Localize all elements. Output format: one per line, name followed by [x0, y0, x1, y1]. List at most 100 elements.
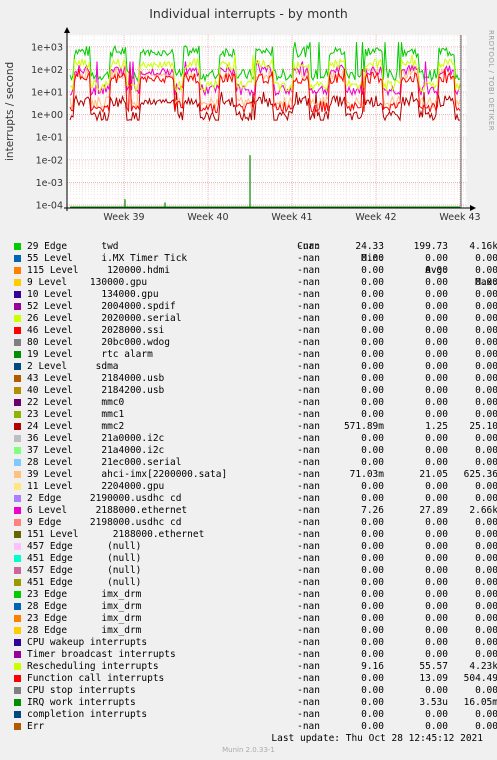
legend-cur: -nan [297, 505, 320, 516]
legend-cur: -nan [297, 721, 320, 732]
legend-min: 71.03m [349, 469, 384, 480]
legend-swatch [14, 447, 21, 454]
legend-series-name: 23 Edge imx_drm [27, 613, 142, 624]
legend-min: 0.00 [361, 265, 384, 276]
legend-swatch [14, 591, 21, 598]
legend-series-name: 23 Level mmc1 [27, 409, 125, 420]
legend-series-name: 37 Level 21a4000.i2c [27, 445, 165, 456]
legend-header-row: Cur: Min: Avg: Max: [14, 229, 497, 288]
legend-max: 0.00 [475, 373, 497, 384]
legend-swatch [14, 699, 21, 706]
legend-cur: -nan [297, 241, 320, 252]
legend-row: 26 Level 2020000.serial -nan 0.00 0.00 0.00 [14, 313, 497, 325]
legend-max: 4.23k [469, 661, 497, 672]
legend-cur: -nan [297, 493, 320, 504]
legend-min: 7.26 [361, 505, 384, 516]
legend-row: 2 Level sdma -nan 0.00 0.00 0.00 [14, 361, 497, 373]
legend-row: 80 Level 20bc000.wdog -nan 0.00 0.00 0.00 [14, 337, 497, 349]
legend-cur: -nan [297, 361, 320, 372]
legend-max: 0.00 [475, 409, 497, 420]
legend-series-name: 39 Level ahci-imx[2200000.sata] [27, 469, 228, 480]
legend-cur: -nan [297, 337, 320, 348]
legend-swatch [14, 723, 21, 730]
legend-max: 0.00 [475, 649, 497, 660]
legend-series-name: CPU wakeup interrupts [27, 637, 148, 648]
legend-cur: -nan [297, 289, 320, 300]
legend-min: 0.00 [361, 649, 384, 660]
legend-avg: 0.00 [425, 325, 448, 336]
legend-swatch [14, 615, 21, 622]
legend-min: 0.00 [361, 613, 384, 624]
legend-series-name: 28 Edge imx_drm [27, 601, 142, 612]
legend-row: 46 Level 2028000.ssi -nan 0.00 0.00 0.00 [14, 325, 497, 337]
legend-avg: 0.00 [425, 721, 448, 732]
legend-swatch [14, 291, 21, 298]
legend-max: 0.00 [475, 577, 497, 588]
legend-min: 0.00 [361, 721, 384, 732]
legend-max: 4.16k [469, 241, 497, 252]
legend-row: 37 Level 21a4000.i2c -nan 0.00 0.00 0.00 [14, 445, 497, 457]
legend-swatch [14, 363, 21, 370]
legend-avg: 0.00 [425, 589, 448, 600]
legend-min: 0.00 [361, 697, 384, 708]
legend-series-name: 46 Level 2028000.ssi [27, 325, 165, 336]
legend-swatch [14, 627, 21, 634]
legend-avg: 0.00 [425, 577, 448, 588]
legend-series-name: 2 Level sdma [27, 361, 119, 372]
legend-max: 0.00 [475, 289, 497, 300]
legend-swatch [14, 459, 21, 466]
legend-min: 0.00 [361, 253, 384, 264]
legend-avg: 0.00 [425, 445, 448, 456]
legend-cur: -nan [297, 697, 320, 708]
legend-cur: -nan [297, 457, 320, 468]
x-tick-label: Week 41 [271, 212, 312, 223]
legend-swatch [14, 675, 21, 682]
legend-max: 0.00 [475, 361, 497, 372]
legend-avg: 0.00 [425, 313, 448, 324]
legend-max: 0.00 [475, 433, 497, 444]
legend-avg: 3.53u [419, 697, 448, 708]
legend-row: 39 Level ahci-imx[2200000.sata] -nan 71.03… [14, 469, 497, 481]
legend-max: 0.00 [475, 565, 497, 576]
legend-swatch [14, 411, 21, 418]
legend-series-name: Rescheduling interrupts [27, 661, 159, 672]
legend-row: 29 Edge twd -nan 24.33 199.73 4.16k [14, 241, 497, 253]
legend-cur: -nan [297, 565, 320, 576]
last-update: Last update: Thu Oct 28 12:45:12 2021 [271, 733, 483, 744]
legend-series-name: completion interrupts [27, 709, 148, 720]
legend-min: 0.00 [361, 625, 384, 636]
y-tick-label: 1e-01 [36, 133, 63, 144]
y-axis-arrow [64, 27, 70, 33]
legend-min: 9.16 [361, 661, 384, 672]
legend-swatch [14, 483, 21, 490]
legend-rows: 29 Edge twd -nan 24.33 199.73 4.16k 55 Level … [14, 241, 497, 733]
legend-row: 115 Level 120000.hdmi -nan 0.00 0.00 0.00 [14, 265, 497, 277]
legend-min: 0.00 [361, 277, 384, 288]
legend-max: 0.00 [475, 709, 497, 720]
legend-min: 0.00 [361, 493, 384, 504]
legend-row: IRQ work interrupts -nan 0.00 3.53u 16.05m [14, 697, 497, 709]
legend-max: 0.00 [475, 529, 497, 540]
legend-avg: 0.00 [425, 637, 448, 648]
legend-row: Rescheduling interrupts -nan 9.16 55.57 4.23… [14, 661, 497, 673]
legend-avg: 1.25 [425, 421, 448, 432]
legend-series-name: Timer broadcast interrupts [27, 649, 176, 660]
legend-avg: 55.57 [419, 661, 448, 672]
legend-avg: 0.00 [425, 253, 448, 264]
legend-row: 11 Level 2204000.gpu -nan 0.00 0.00 0.00 [14, 481, 497, 493]
legend-max: 16.05m [463, 697, 497, 708]
legend-avg: 0.00 [425, 553, 448, 564]
legend-avg: 0.00 [425, 481, 448, 492]
legend-max: 0.00 [475, 637, 497, 648]
legend-max: 0.00 [475, 625, 497, 636]
legend-swatch [14, 267, 21, 274]
legend-min: 0.00 [361, 577, 384, 588]
legend-series-name: 52 Level 2004000.spdif [27, 301, 176, 312]
legend-cur: -nan [297, 589, 320, 600]
legend-swatch [14, 519, 21, 526]
legend-series-name: 11 Level 2204000.gpu [27, 481, 165, 492]
legend-row: 9 Level 130000.gpu -nan 0.00 0.00 0.00 [14, 277, 497, 289]
legend-series-name: 36 Level 21a0000.i2c [27, 433, 165, 444]
legend-row: 457 Edge (null) -nan 0.00 0.00 0.00 [14, 565, 497, 577]
legend-max: 0.00 [475, 589, 497, 600]
